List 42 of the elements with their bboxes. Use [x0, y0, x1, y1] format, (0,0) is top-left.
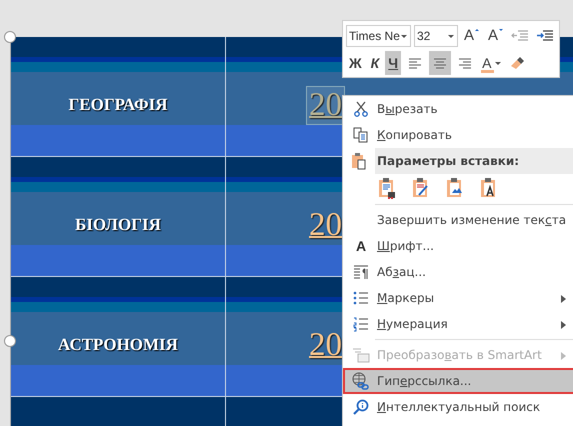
paste-keep-format-icon[interactable] [377, 177, 397, 199]
scissors-icon [353, 101, 369, 117]
font-color-button[interactable]: A [479, 50, 504, 74]
submenu-arrow-icon [561, 295, 567, 303]
subject-text: ГЕОГРАФІЯ [68, 95, 168, 115]
italic-button[interactable]: К [368, 50, 382, 74]
menu-item[interactable]: Маркеры [343, 285, 573, 311]
paragraph-icon [353, 264, 369, 280]
hyperlink-globe-icon [352, 372, 370, 390]
menu-item[interactable]: Нумерация [343, 311, 573, 337]
align-center-button[interactable] [429, 50, 452, 74]
font-icon: A [356, 238, 366, 254]
menu-item[interactable]: Гиперссылка... [343, 368, 573, 394]
numbered-list-icon [353, 316, 369, 332]
resize-handle[interactable] [4, 31, 16, 43]
submenu-arrow-icon [561, 321, 567, 329]
menu-item[interactable]: Завершить изменение текста [343, 207, 573, 233]
increase-indent-icon[interactable] [536, 28, 554, 42]
bullet-list-icon [353, 290, 369, 306]
resize-handle[interactable] [4, 335, 16, 347]
align-right-icon [458, 56, 472, 68]
underline-button[interactable]: Ч [385, 50, 402, 74]
menu-item[interactable]: A Шрифт... [343, 233, 573, 259]
grow-font-button[interactable]: A [460, 24, 482, 48]
menu-item[interactable]: Интеллектуальный поиск [343, 394, 573, 420]
paste-options-header: Параметры вставки: [375, 148, 573, 174]
subject-text: БІОЛОГІЯ [75, 215, 161, 235]
align-center-icon [433, 56, 448, 68]
paste-picture-icon[interactable] [445, 177, 465, 199]
font-name-dropdown[interactable]: Times Ne [346, 24, 411, 46]
smartart-icon [352, 347, 370, 363]
copy-icon [353, 127, 369, 143]
submenu-arrow-icon [561, 352, 567, 360]
menu-item[interactable]: Вырезать [343, 96, 573, 122]
align-left-icon [408, 56, 422, 68]
search-icon [353, 399, 369, 415]
bold-button[interactable]: Ж [346, 50, 365, 74]
menu-item[interactable]: Копировать [343, 122, 573, 148]
menu-item[interactable]: Абзац... [343, 259, 573, 285]
shrink-font-button[interactable]: A [484, 24, 506, 48]
font-size-dropdown[interactable]: 32 [414, 24, 458, 46]
subject-text: АСТРОНОМІЯ [58, 335, 178, 355]
